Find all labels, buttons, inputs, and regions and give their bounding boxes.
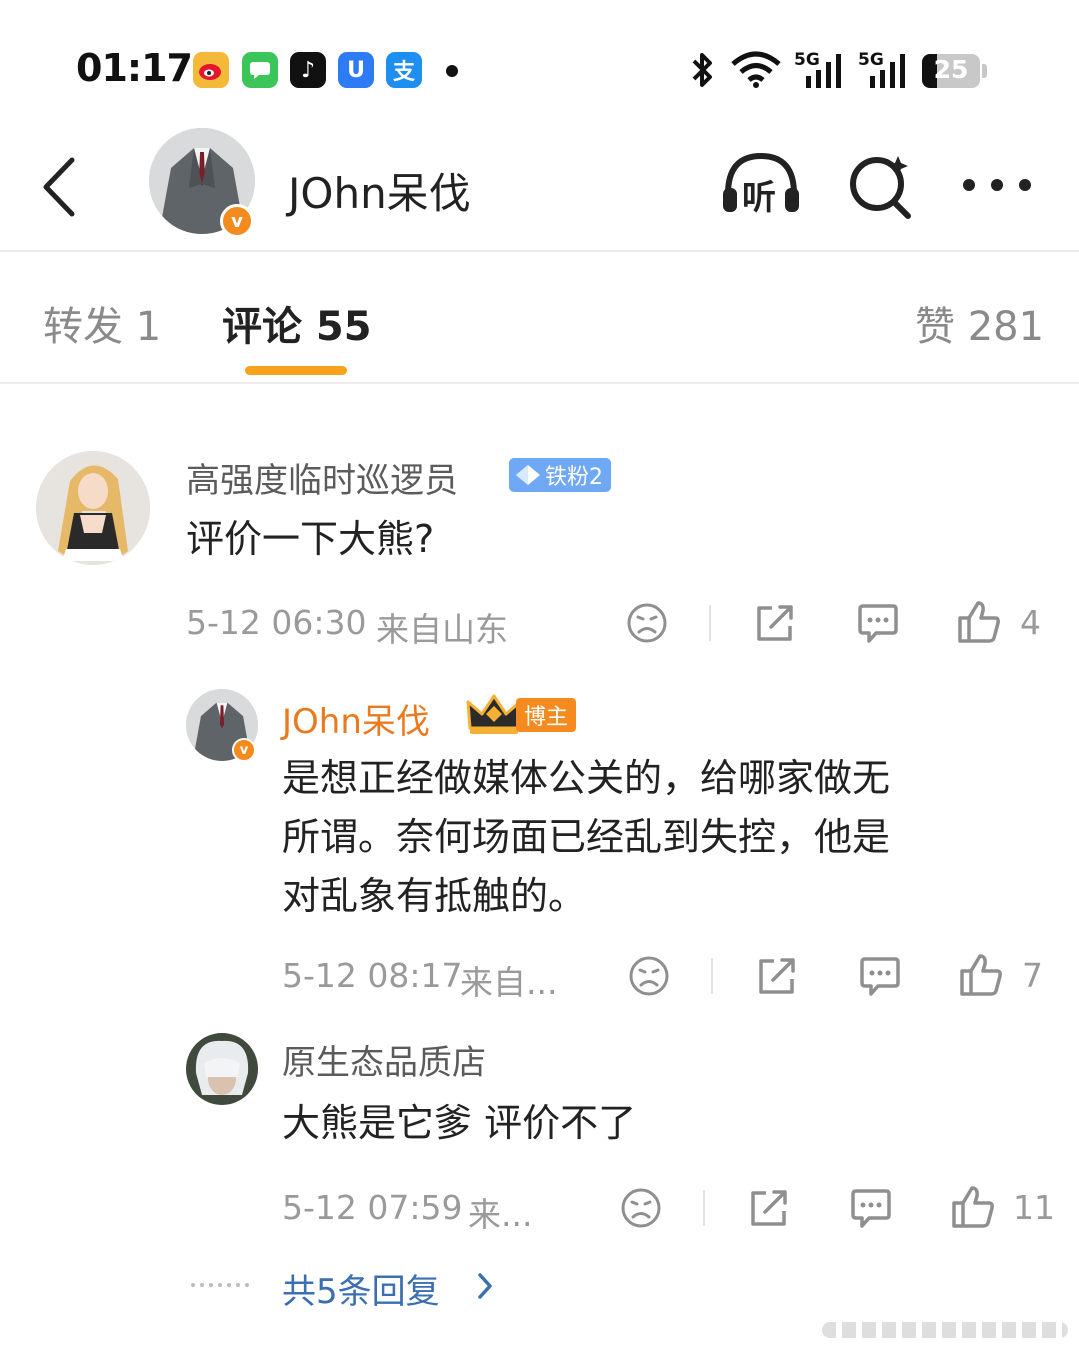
fan-level-badge: 铁粉2 (509, 458, 611, 492)
notification-dot (446, 65, 458, 77)
comment-avatar[interactable] (36, 451, 150, 565)
home-indicator (822, 1322, 1068, 1338)
comment-username[interactable]: 高强度临时巡逻员 (186, 453, 458, 502)
comment-text[interactable]: 评价一下大熊? (186, 510, 434, 569)
weibo-icon (193, 52, 229, 88)
active-tab-indicator (245, 366, 347, 375)
wifi-icon (731, 51, 781, 88)
reply-text-line-1[interactable]: 是想正经做媒体公关的，给哪家做无 (282, 749, 890, 808)
like-thumb-icon[interactable] (951, 1185, 995, 1229)
listen-label: 听 (742, 178, 776, 218)
action-separator (709, 605, 711, 641)
back-arrow-icon[interactable] (40, 156, 80, 218)
reply-text-line-2[interactable]: 所谓。奈何场面已经乱到失控，他是 (282, 808, 890, 867)
action-separator (703, 1190, 705, 1226)
more-options-icon[interactable] (962, 178, 1032, 192)
diamond-icon (516, 465, 540, 485)
tab-reposts[interactable]: 转发 1 (43, 294, 161, 352)
share-icon[interactable] (754, 602, 796, 644)
status-time: 01:17 (76, 46, 193, 90)
like-count: 7 (1022, 956, 1043, 995)
header-divider (0, 250, 1079, 252)
signal-bars-2-icon (870, 54, 905, 88)
tab-likes[interactable]: 赞 281 (915, 294, 1044, 352)
reply-avatar[interactable] (186, 1033, 258, 1105)
reply-time: 5-12 08:17 (282, 956, 463, 995)
verified-badge: v (220, 204, 254, 238)
fan-level-label: 铁粉2 (545, 465, 603, 490)
sad-face-icon[interactable] (628, 955, 670, 997)
sad-face-icon[interactable] (620, 1187, 662, 1229)
comment-icon[interactable] (856, 603, 900, 645)
reply-username[interactable]: JOhn呆伐 (282, 694, 430, 743)
dotted-connector (191, 1283, 249, 1287)
share-icon[interactable] (756, 955, 798, 997)
shield-app-icon: U (338, 52, 374, 88)
comment-location: 来自山东 (376, 610, 508, 649)
like-thumb-icon[interactable] (957, 600, 1001, 644)
like-count: 11 (1013, 1188, 1055, 1227)
comment-icon[interactable] (858, 956, 902, 998)
reply-location: 来自... (460, 963, 558, 1002)
view-all-replies-link[interactable]: 共5条回复 (282, 1264, 440, 1313)
reply-text[interactable]: 大熊是它爹 评价不了 (282, 1094, 636, 1153)
comment-time: 5-12 06:30 (186, 603, 367, 642)
reply-time: 5-12 07:59 (282, 1188, 463, 1227)
sad-face-icon[interactable] (626, 602, 668, 644)
tab-comments[interactable]: 评论 55 (222, 294, 372, 352)
battery-icon: 25 (922, 54, 980, 88)
alipay-icon: 支 (386, 52, 422, 88)
host-badge: 博主 (516, 698, 577, 732)
crown-icon (466, 694, 522, 734)
page-title: JOhn呆伐 (288, 169, 471, 218)
signal-bars-1-icon (806, 54, 841, 88)
chevron-right-icon[interactable] (476, 1272, 494, 1300)
reply-username[interactable]: 原生态品质店 (282, 1035, 486, 1084)
share-icon[interactable] (748, 1187, 790, 1229)
messages-icon (242, 52, 278, 88)
tabs-divider (0, 382, 1079, 384)
reply-location: 来... (468, 1195, 533, 1234)
battery-percent: 25 (933, 55, 969, 84)
reply-verified-badge: v (232, 738, 256, 762)
tiktok-icon: ♪ (290, 52, 326, 88)
like-count: 4 (1020, 603, 1041, 642)
comment-icon[interactable] (849, 1188, 893, 1230)
search-icon[interactable] (848, 152, 914, 219)
reply-text-line-3[interactable]: 对乱象有抵触的。 (282, 867, 586, 926)
bluetooth-icon (692, 53, 712, 87)
like-thumb-icon[interactable] (959, 953, 1003, 997)
battery-tip (982, 64, 987, 78)
action-separator (711, 958, 713, 994)
